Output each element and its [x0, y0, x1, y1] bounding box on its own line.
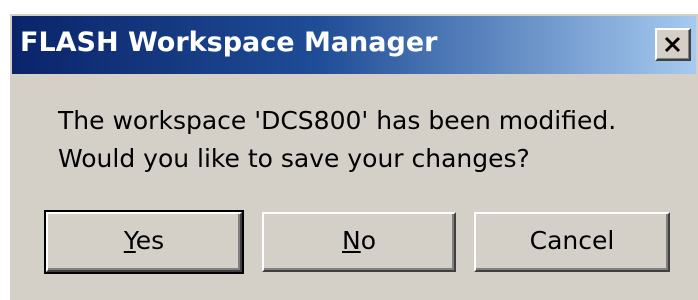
cancel-button[interactable]: Cancel — [474, 212, 670, 272]
yes-accelerator: Y — [123, 226, 136, 255]
message-line-2: Would you like to save your changes? — [58, 144, 530, 173]
dialog-window: FLASH Workspace Manager The workspace 'D… — [8, 12, 698, 300]
message-line-1: The workspace 'DCS800' has been modified… — [58, 106, 617, 135]
title-bar[interactable]: FLASH Workspace Manager — [12, 16, 696, 74]
close-x-icon — [664, 36, 681, 53]
cancel-label: Cancel — [529, 226, 615, 255]
no-label-rest: o — [360, 226, 376, 255]
no-button[interactable]: No — [262, 212, 456, 272]
yes-button[interactable]: Yes — [44, 210, 244, 274]
yes-label-rest: es — [135, 226, 165, 255]
message-text: The workspace 'DCS800' has been modified… — [58, 102, 678, 178]
window-title: FLASH Workspace Manager — [20, 27, 438, 58]
no-accelerator: N — [342, 226, 361, 255]
close-button[interactable] — [655, 28, 691, 61]
